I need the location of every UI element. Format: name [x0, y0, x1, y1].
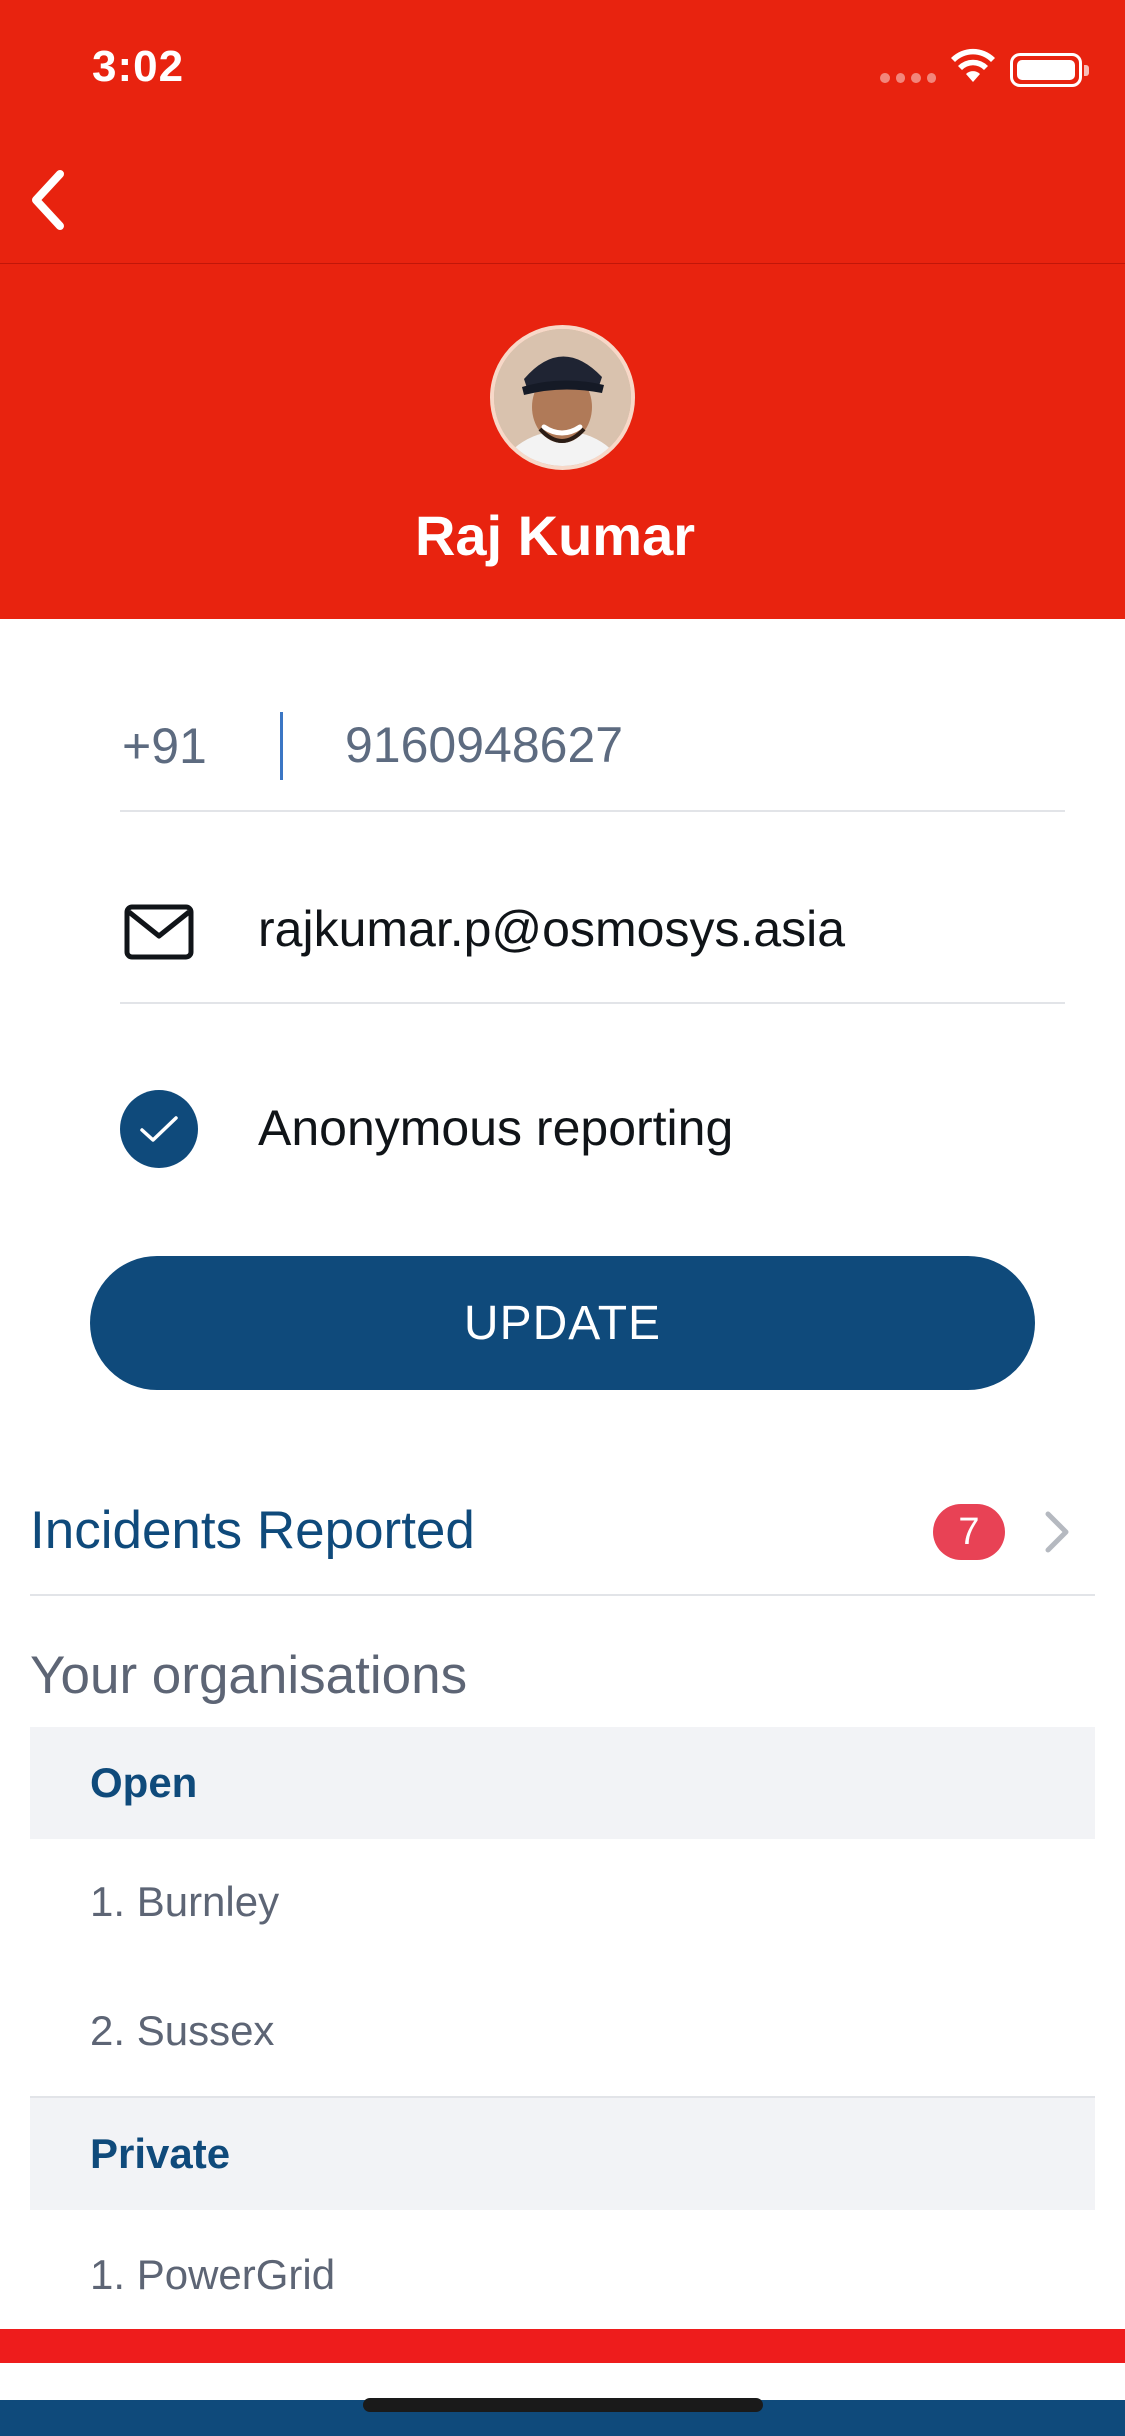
- chevron-right-icon: [1045, 1511, 1069, 1553]
- incidents-reported-label: Incidents Reported: [30, 1501, 475, 1560]
- profile-header: 3:02 Raj Kumar: [0, 0, 1125, 619]
- country-code[interactable]: +91: [122, 717, 207, 775]
- anonymous-reporting-checkbox[interactable]: [120, 1090, 198, 1168]
- avatar[interactable]: [490, 325, 635, 470]
- anonymous-reporting-row: Anonymous reporting: [120, 1090, 1065, 1170]
- mail-icon: [124, 904, 194, 960]
- anonymous-reporting-label: Anonymous reporting: [258, 1100, 734, 1156]
- section-header-label: Open: [90, 1759, 198, 1806]
- back-button[interactable]: [18, 160, 78, 240]
- organisations-title: Your organisations: [30, 1646, 468, 1705]
- avatar-photo: [494, 329, 631, 466]
- list-item[interactable]: 1. PowerGrid: [90, 2251, 335, 2299]
- phone-field: +91: [120, 690, 1065, 812]
- email-field: [120, 882, 1065, 1004]
- status-bar: 3:02: [0, 0, 1125, 132]
- tab-bar-top-stripe: [0, 2329, 1125, 2363]
- list-item[interactable]: 2. Sussex: [90, 2007, 274, 2055]
- wifi-icon: [951, 48, 995, 82]
- home-indicator[interactable]: [363, 2398, 763, 2412]
- battery-icon: [1010, 53, 1089, 87]
- profile-name: Raj Kumar: [414, 504, 696, 567]
- email-input[interactable]: [258, 894, 1048, 964]
- incidents-reported-row[interactable]: Incidents Reported 7: [30, 1478, 1095, 1596]
- status-time: 3:02: [92, 42, 185, 91]
- phone-input[interactable]: [345, 710, 1045, 780]
- checkmark-icon: [140, 1116, 178, 1142]
- phone-divider: [280, 712, 283, 780]
- chevron-left-icon: [32, 170, 64, 230]
- section-header-open: Open: [30, 1727, 1095, 1839]
- cellular-signal-icon: [880, 73, 936, 85]
- section-header-label: Private: [90, 2130, 231, 2177]
- incidents-count-badge: 7: [933, 1504, 1005, 1560]
- section-header-private: Private: [30, 2098, 1095, 2210]
- update-button[interactable]: UPDATE: [90, 1256, 1035, 1390]
- nav-bar: [0, 132, 1125, 264]
- list-item[interactable]: 1. Burnley: [90, 1878, 279, 1926]
